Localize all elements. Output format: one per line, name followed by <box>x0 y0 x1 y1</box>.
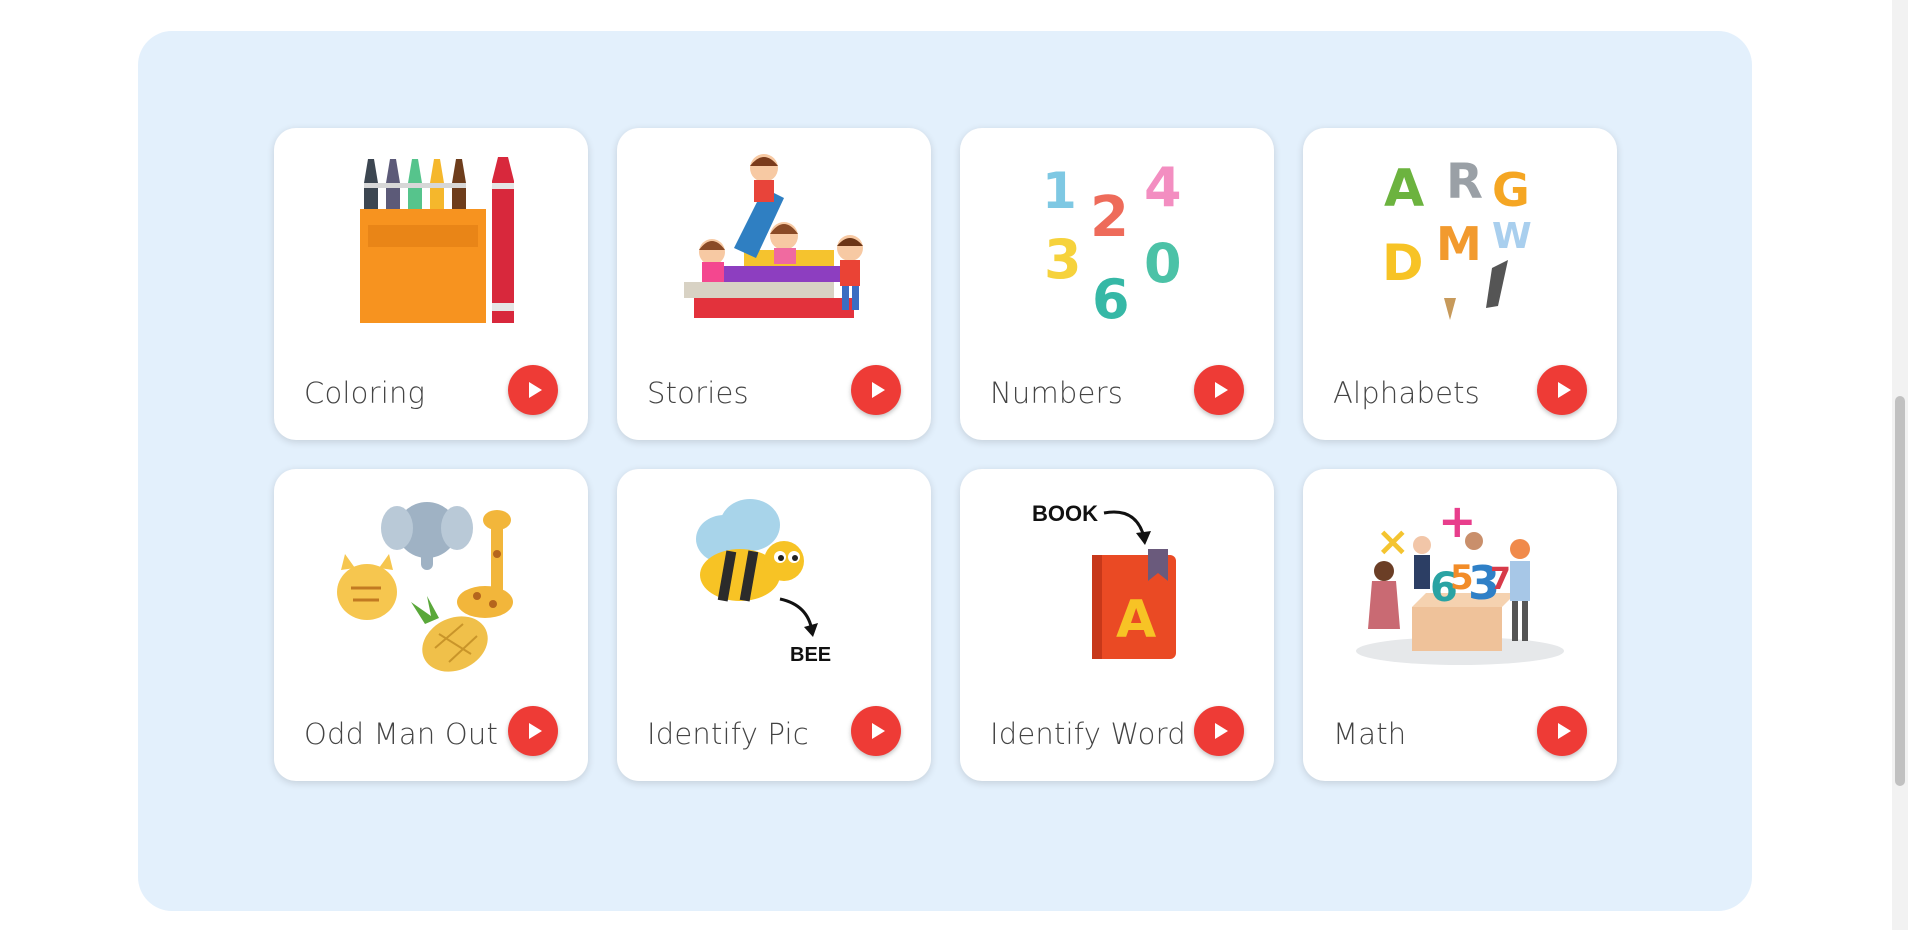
scrollbar-track[interactable] <box>1892 0 1908 930</box>
play-button[interactable] <box>508 706 558 756</box>
play-icon <box>871 723 885 739</box>
animals-and-pineapple-icon <box>274 469 588 689</box>
crayons-icon <box>274 128 588 348</box>
math-symbol: × <box>1376 519 1410 565</box>
card-numbers[interactable]: 1 2 4 3 0 6 Numbers <box>960 128 1274 440</box>
number-glyph: 4 <box>1144 156 1182 219</box>
math-symbol: 7 <box>1490 562 1511 597</box>
play-icon <box>1214 723 1228 739</box>
play-icon <box>1557 723 1571 739</box>
scrollbar-thumb[interactable] <box>1895 396 1905 786</box>
play-icon <box>528 382 542 398</box>
card-coloring[interactable]: Coloring <box>274 128 588 440</box>
play-button[interactable] <box>1194 365 1244 415</box>
play-icon <box>1214 382 1228 398</box>
card-stories[interactable]: Stories <box>617 128 931 440</box>
card-title: Identify Pic <box>647 717 809 751</box>
book-word-icon: BOOK A <box>960 469 1274 689</box>
number-glyph: 2 <box>1090 185 1129 250</box>
card-math[interactable]: × + 3 6 5 7 Math <box>1303 469 1617 781</box>
number-glyph: 1 <box>1042 162 1077 220</box>
play-button[interactable] <box>851 706 901 756</box>
card-odd-man-out[interactable]: Odd Man Out <box>274 469 588 781</box>
play-icon <box>1557 382 1571 398</box>
book-caption: BOOK <box>1032 501 1098 526</box>
number-glyph: 0 <box>1144 232 1182 295</box>
card-identify-word[interactable]: BOOK A Identify Word <box>960 469 1274 781</box>
activity-grid: Coloring Stories 1 2 4 3 0 6 Numbers A R… <box>274 128 1617 781</box>
letter-glyph: M <box>1436 217 1482 271</box>
play-icon <box>871 382 885 398</box>
bee-picture-icon: BEE <box>617 469 931 689</box>
play-button[interactable] <box>1537 706 1587 756</box>
play-icon <box>528 723 542 739</box>
letter-glyph: D <box>1382 234 1424 292</box>
book-letter: A <box>1116 590 1156 650</box>
play-button[interactable] <box>1537 365 1587 415</box>
letter-glyph: W <box>1492 216 1532 257</box>
math-symbol: 5 <box>1450 558 1474 598</box>
bee-caption: BEE <box>790 644 831 666</box>
card-identify-pic[interactable]: BEE Identify Pic <box>617 469 931 781</box>
number-glyph: 6 <box>1092 268 1130 328</box>
kids-reading-books-icon <box>617 128 931 348</box>
play-button[interactable] <box>851 365 901 415</box>
card-title: Identify Word <box>990 717 1186 751</box>
letter-glyph: A <box>1384 159 1424 219</box>
card-title: Coloring <box>304 376 426 410</box>
card-title: Alphabets <box>1333 376 1480 410</box>
number-glyph: 3 <box>1044 228 1082 291</box>
animal-letters-icon: A R G M W D <box>1303 128 1617 348</box>
card-title: Stories <box>647 376 749 410</box>
cartoon-numbers-icon: 1 2 4 3 0 6 <box>960 128 1274 348</box>
math-kids-icon: × + 3 6 5 7 <box>1303 469 1617 689</box>
card-title: Numbers <box>990 376 1124 410</box>
letter-glyph: G <box>1492 163 1530 217</box>
card-title: Math <box>1333 717 1407 751</box>
letter-glyph: R <box>1446 154 1483 210</box>
play-button[interactable] <box>1194 706 1244 756</box>
play-button[interactable] <box>508 365 558 415</box>
card-title: Odd Man Out <box>304 717 499 751</box>
card-alphabets[interactable]: A R G M W D Alphabets <box>1303 128 1617 440</box>
